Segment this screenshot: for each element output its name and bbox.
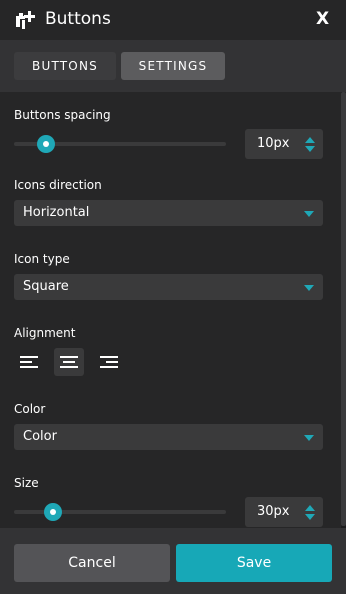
align-center-button[interactable] [54, 348, 84, 376]
size-slider-handle[interactable] [43, 503, 62, 521]
close-button[interactable]: X [316, 9, 329, 29]
panel-header: Buttons X [0, 0, 346, 40]
elementor-plus-icon [16, 11, 35, 29]
spacing-value: 10px [257, 136, 290, 151]
align-left-button[interactable] [14, 348, 44, 376]
spacing-slider-handle[interactable] [37, 135, 56, 153]
chevron-down-icon [304, 211, 314, 217]
tab-bar: BUTTONS SETTINGS [0, 40, 346, 92]
color-select[interactable]: Color [14, 424, 323, 450]
scrollbar-thumb[interactable] [341, 92, 346, 526]
size-value: 30px [257, 504, 290, 519]
cancel-button[interactable]: Cancel [14, 544, 170, 582]
decrement-icon[interactable] [305, 514, 315, 520]
increment-icon[interactable] [305, 505, 315, 511]
chevron-down-icon [304, 285, 314, 291]
decrement-icon[interactable] [305, 146, 315, 152]
chevron-down-icon [304, 435, 314, 441]
save-button[interactable]: Save [176, 544, 332, 582]
panel-title: Buttons [45, 9, 111, 29]
icon-type-select[interactable]: Square [14, 274, 323, 300]
align-right-button[interactable] [94, 348, 124, 376]
color-value: Color [23, 429, 57, 444]
panel-footer: Cancel Save [0, 528, 346, 594]
increment-icon[interactable] [305, 137, 315, 143]
tab-settings[interactable]: SETTINGS [121, 52, 225, 80]
spacing-stepper[interactable]: 10px [245, 129, 323, 159]
settings-content: Buttons spacing 10px Icons direction Hor… [0, 92, 346, 528]
size-stepper[interactable]: 30px [245, 497, 323, 527]
icons-direction-select[interactable]: Horizontal [14, 200, 323, 226]
icon-type-label: Icon type [14, 252, 70, 266]
icon-type-value: Square [23, 279, 69, 294]
alignment-label: Alignment [14, 326, 76, 340]
icons-direction-label: Icons direction [14, 178, 102, 192]
size-label: Size [14, 476, 39, 490]
color-label: Color [14, 402, 46, 416]
tab-buttons[interactable]: BUTTONS [14, 52, 116, 80]
icons-direction-value: Horizontal [23, 205, 90, 220]
spacing-label: Buttons spacing [14, 108, 111, 122]
